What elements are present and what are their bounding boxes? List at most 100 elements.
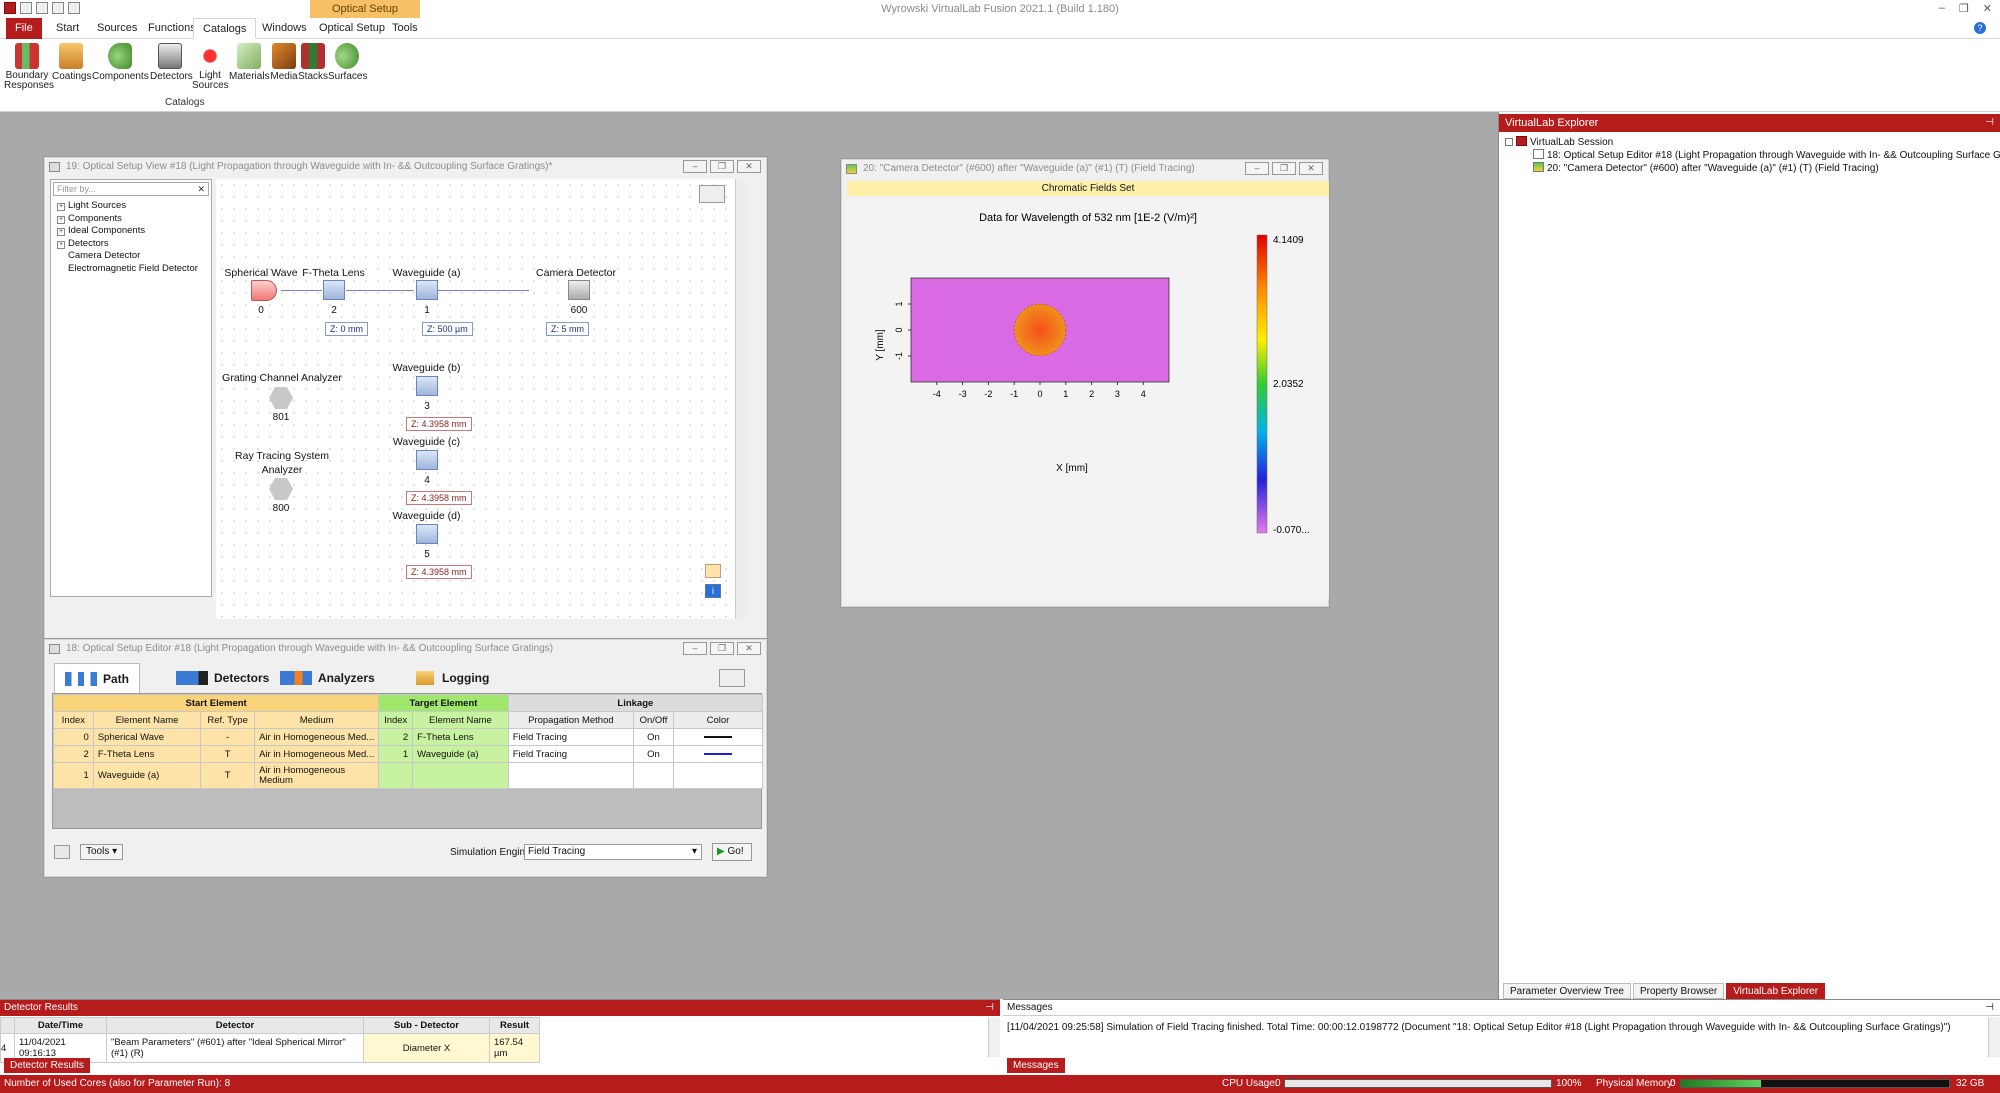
tree-item-camera-detector[interactable]: Camera Detector (51, 250, 211, 263)
go-button[interactable]: ▶ Go! (712, 843, 752, 861)
window-title-bar[interactable]: 20: "Camera Detector" (#600) after "Wave… (841, 159, 1329, 179)
close-icon[interactable]: ✕ (1299, 162, 1323, 175)
maximize-icon[interactable]: ❐ (1272, 162, 1296, 175)
cell-on-off[interactable]: On (633, 745, 674, 763)
maximize-icon[interactable]: ❐ (710, 160, 734, 173)
table-row[interactable]: 0 Spherical Wave - Air in Homogeneous Me… (53, 728, 764, 746)
f-theta-lens-node[interactable] (323, 280, 345, 300)
vertical-scrollbar[interactable] (735, 179, 747, 619)
tab-optical-setup[interactable]: Optical Setup (310, 18, 394, 39)
tab-detector-results[interactable]: Detector Results (4, 1058, 90, 1073)
collapse-icon[interactable] (1505, 138, 1513, 146)
waveguide-c-node[interactable] (416, 450, 438, 470)
table-row[interactable]: 2 F-Theta Lens T Air in Homogeneous Med.… (53, 745, 764, 763)
z-position-badge[interactable]: Z: 500 µm (422, 322, 473, 336)
z-position-badge[interactable]: Z: 5 mm (546, 322, 589, 336)
z-position-badge[interactable]: Z: 4.3958 mm (406, 491, 472, 505)
camera-detector-node[interactable] (568, 280, 590, 300)
stacks-button[interactable]: Stacks (298, 43, 328, 82)
media-button[interactable]: Media (270, 43, 298, 82)
cell-on-off[interactable]: On (633, 728, 674, 746)
waveguide-b-node[interactable] (416, 376, 438, 396)
pin-icon[interactable]: ⊣ (1985, 114, 1994, 132)
restore-icon[interactable]: ❐ (1959, 2, 1969, 15)
cell-color[interactable] (672, 728, 764, 746)
vertical-scrollbar[interactable] (988, 1017, 1000, 1057)
ray-tracing-system-analyzer-node[interactable] (269, 478, 293, 500)
tab-detectors[interactable]: Detectors (166, 663, 279, 693)
settings-icon[interactable] (54, 845, 70, 859)
column-header[interactable]: Result (489, 1017, 540, 1034)
window-title-bar[interactable]: 19: Optical Setup View #18 (Light Propag… (44, 157, 767, 177)
column-header[interactable]: Propagation Method (507, 711, 635, 729)
vertical-scrollbar[interactable] (1988, 1017, 2000, 1057)
close-icon[interactable]: ✕ (737, 160, 761, 173)
tab-start[interactable]: Start (47, 18, 88, 39)
close-icon[interactable]: ✕ (1983, 2, 1992, 15)
grating-channel-analyzer-node[interactable] (269, 387, 293, 409)
column-header[interactable]: Sub - Detector (363, 1017, 490, 1034)
cell-color[interactable] (672, 745, 764, 763)
tree-item-ideal-components[interactable]: + Ideal Components (51, 225, 211, 238)
tab-property-browser[interactable]: Property Browser (1632, 983, 1725, 999)
pin-icon[interactable]: ⊣ (985, 1000, 994, 1016)
tab-windows[interactable]: Windows (253, 18, 316, 39)
optical-setup-canvas[interactable]: Spherical Wave 0 F-Theta Lens 2 Z: 0 mm … (216, 179, 747, 619)
tab-path[interactable]: Path (54, 663, 141, 693)
field-plot-area[interactable]: Data for Wavelength of 532 nm [1E-2 (V/m… (847, 197, 1329, 599)
info-icon[interactable]: i (705, 584, 721, 598)
column-header[interactable]: On/Off (633, 711, 674, 729)
minimize-icon[interactable]: – (1939, 2, 1945, 15)
tree-item-components[interactable]: + Components (51, 213, 211, 226)
simulation-engine-select[interactable]: Field Tracing ▾ (524, 844, 702, 860)
tab-analyzers[interactable]: Analyzers (270, 663, 385, 693)
column-header[interactable]: Color (672, 711, 764, 729)
light-sources-button[interactable]: Light Sources (192, 43, 229, 91)
tab-tools[interactable]: Tools (383, 18, 427, 39)
minimize-icon[interactable]: – (683, 160, 707, 173)
column-header[interactable]: Detector (106, 1017, 364, 1034)
z-position-badge[interactable]: Z: 0 mm (325, 322, 368, 336)
tab-parameter-overview-tree[interactable]: Parameter Overview Tree (1503, 983, 1631, 999)
expand-icon[interactable]: + (57, 240, 65, 249)
tab-messages[interactable]: Messages (1007, 1058, 1065, 1073)
cell-propagation-method[interactable]: Field Tracing (507, 728, 635, 746)
column-header[interactable]: Index (378, 711, 414, 729)
cell-propagation-method[interactable]: Field Tracing (507, 745, 635, 763)
cell-on-off[interactable] (633, 762, 674, 789)
tree-item-session[interactable]: VirtualLab Session (1505, 136, 1613, 148)
column-header[interactable]: Date/Time (14, 1017, 107, 1034)
coatings-button[interactable]: Coatings (52, 43, 91, 82)
minimize-icon[interactable]: – (1245, 162, 1269, 175)
window-title-bar[interactable]: 18: Optical Setup Editor #18 (Light Prop… (44, 639, 767, 659)
expand-icon[interactable]: + (57, 215, 65, 224)
notes-icon[interactable] (705, 564, 721, 578)
tab-logging[interactable]: Logging (394, 663, 499, 693)
filter-input[interactable]: Filter by... ✕ (53, 182, 209, 196)
close-icon[interactable]: ✕ (737, 642, 761, 655)
tab-sources[interactable]: Sources (88, 18, 146, 39)
cell-color[interactable] (672, 762, 764, 789)
materials-button[interactable]: Materials (229, 43, 270, 82)
tree-item-camera-detector[interactable]: 20: "Camera Detector" (#600) after "Wave… (1533, 162, 1879, 174)
tools-button[interactable]: Tools ▾ (80, 844, 124, 860)
waveguide-a-node[interactable] (416, 280, 438, 300)
tree-item-editor[interactable]: 18: Optical Setup Editor #18 (Light Prop… (1533, 149, 2000, 161)
column-header[interactable]: Ref. Type (200, 711, 256, 729)
tab-virtuallab-explorer[interactable]: VirtualLab Explorer (1726, 983, 1826, 999)
column-header[interactable]: Element Name (412, 711, 509, 729)
column-header[interactable]: Medium (254, 711, 380, 729)
tree-item-detectors[interactable]: + Detectors (51, 238, 211, 251)
column-header[interactable]: Index (53, 711, 94, 729)
boundary-responses-button[interactable]: Boundary Responses (4, 43, 54, 91)
cell-propagation-method[interactable] (507, 762, 635, 789)
tab-catalogs[interactable]: Catalogs (193, 18, 257, 39)
tab-file[interactable]: File (6, 18, 42, 39)
layout-view-icon[interactable] (699, 185, 725, 203)
waveguide-d-node[interactable] (416, 524, 438, 544)
tree-item-em-field-detector[interactable]: Electromagnetic Field Detector (51, 263, 211, 276)
minimize-icon[interactable]: – (683, 642, 707, 655)
components-button[interactable]: Components (92, 43, 149, 82)
tree-item-light-sources[interactable]: + Light Sources (51, 200, 211, 213)
detectors-button[interactable]: Detectors (150, 43, 193, 82)
